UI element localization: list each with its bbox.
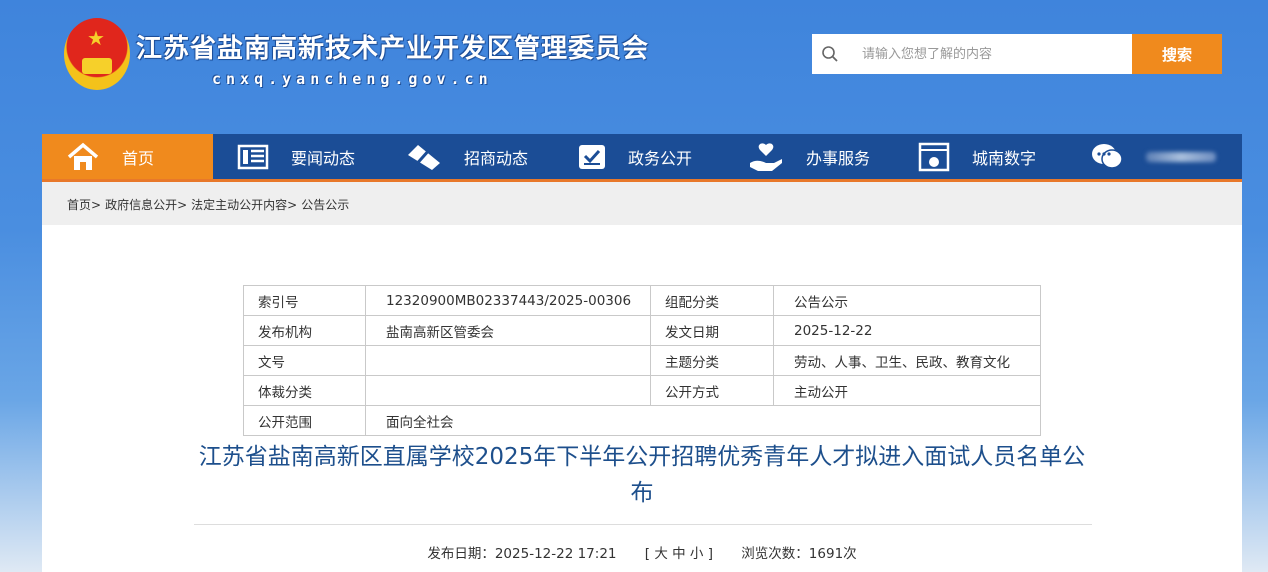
search-button[interactable]: 搜索	[1132, 34, 1222, 74]
breadcrumb-statutory[interactable]: 法定主动公开内容>	[191, 196, 297, 225]
search-input[interactable]	[848, 34, 1132, 74]
nav-home[interactable]: 首页	[42, 134, 213, 179]
table-key: 公开方式	[650, 375, 774, 406]
table-key: 发文日期	[650, 315, 774, 346]
search-icon	[812, 34, 848, 74]
table-value: 2025-12-22	[773, 315, 1041, 346]
nav-label: 首页	[122, 148, 155, 168]
nav-chat[interactable]	[1066, 134, 1216, 179]
table-key: 索引号	[243, 285, 366, 316]
nav-gov-affairs[interactable]: 政务公开	[554, 134, 724, 179]
table-key: 组配分类	[650, 285, 774, 316]
table-value: 12320900MB02337443/2025-00306	[365, 285, 651, 316]
nav-investment[interactable]: 招商动态	[382, 134, 554, 179]
divider	[194, 524, 1092, 525]
blurred-nav-label	[1146, 151, 1216, 162]
breadcrumb-gov-info[interactable]: 政府信息公开>	[105, 196, 187, 225]
table-value: 盐南高新区管委会	[365, 315, 651, 346]
nav-label: 政务公开	[628, 148, 693, 168]
table-row: 公开范围 面向全社会	[243, 405, 1041, 436]
font-size-switch[interactable]: [ 大 中 小 ]	[645, 546, 713, 562]
table-key: 主题分类	[650, 345, 774, 376]
site-domain: cnxq.yancheng.gov.cn	[212, 70, 493, 88]
national-emblem-logo: ★	[64, 18, 130, 90]
nav-label: 招商动态	[464, 148, 529, 168]
service-hand-icon	[750, 142, 782, 171]
site-title: 江苏省盐南高新技术产业开发区管理委员会	[136, 34, 650, 64]
nav-services[interactable]: 办事服务	[724, 134, 894, 179]
table-key: 文号	[243, 345, 366, 376]
breadcrumb-notices[interactable]: 公告公示	[301, 196, 349, 225]
nav-label: 办事服务	[806, 148, 871, 168]
table-key: 体裁分类	[243, 375, 366, 406]
table-value: 公告公示	[773, 285, 1041, 316]
view-count: 浏览次数：1691次	[741, 546, 857, 562]
table-row: 体裁分类 公开方式 主动公开	[243, 375, 1041, 406]
table-value: 劳动、人事、卫生、民政、教育文化	[773, 345, 1041, 376]
table-key: 发布机构	[243, 315, 366, 346]
handshake-icon	[408, 144, 440, 170]
table-row: 索引号 12320900MB02337443/2025-00306 组配分类 公告公示	[243, 285, 1041, 316]
nav-label: 要闻动态	[291, 148, 356, 168]
data-window-icon	[918, 142, 950, 171]
breadcrumb-home[interactable]: 首页>	[67, 196, 101, 225]
nav-label: 城南数字	[972, 148, 1037, 168]
info-table: 索引号 12320900MB02337443/2025-00306 组配分类 公告公示…	[243, 285, 1041, 436]
chat-icon	[1092, 143, 1123, 169]
check-doc-icon	[579, 144, 605, 169]
site-header: ★ 江苏省盐南高新技术产业开发区管理委员会 cnxq.yancheng.gov.…	[0, 0, 1268, 135]
table-value: 主动公开	[773, 375, 1041, 406]
news-icon	[237, 144, 269, 169]
article-title: 江苏省盐南高新区直属学校2025年下半年公开招聘优秀青年人才拟进入面试人员名单公…	[198, 444, 1086, 506]
main-nav: 首页 要闻动态 招商动态 政务公开 办事服务 城南数字	[42, 134, 1242, 182]
table-row: 文号 主题分类 劳动、人事、卫生、民政、教育文化	[243, 345, 1041, 376]
breadcrumb: 首页> 政府信息公开> 法定主动公开内容> 公告公示	[42, 182, 1242, 225]
nav-news[interactable]: 要闻动态	[213, 134, 382, 179]
table-key: 公开范围	[243, 405, 366, 436]
table-value	[365, 375, 651, 406]
nav-digital[interactable]: 城南数字	[894, 134, 1066, 179]
home-icon	[67, 142, 99, 170]
content-area: 首页> 政府信息公开> 法定主动公开内容> 公告公示 索引号 12320900MB…	[42, 182, 1242, 572]
article-meta: 发布日期：2025-12-22 17:21 [ 大 中 小 ] 浏览次数：169…	[42, 542, 1242, 562]
publish-date: 发布日期：2025-12-22 17:21	[427, 546, 617, 562]
table-value: 面向全社会	[365, 405, 1041, 436]
search-bar: 搜索	[812, 34, 1222, 74]
table-row: 发布机构 盐南高新区管委会 发文日期 2025-12-22	[243, 315, 1041, 346]
table-value	[365, 345, 651, 376]
